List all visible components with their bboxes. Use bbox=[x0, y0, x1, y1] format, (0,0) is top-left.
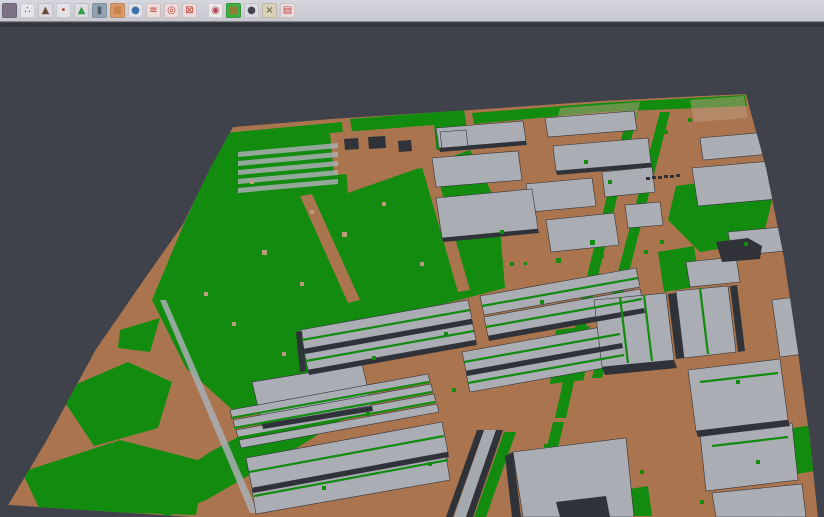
viewport-top-strip bbox=[0, 23, 824, 27]
layer-flag-icon[interactable]: ▤ bbox=[280, 3, 295, 18]
tin-terrain-icon[interactable]: ▲ bbox=[38, 3, 53, 18]
circle-select-icon[interactable]: ◎ bbox=[164, 3, 179, 18]
classification-map-icon[interactable]: ▦ bbox=[226, 3, 241, 18]
snapshot-icon[interactable]: ◉ bbox=[208, 3, 223, 18]
viewport-3d[interactable] bbox=[0, 23, 824, 517]
point-cloud-icon[interactable]: ∴ bbox=[2, 3, 17, 18]
classify-points-icon[interactable]: ∴ bbox=[20, 3, 35, 18]
globe-3d-icon[interactable]: ● bbox=[128, 3, 143, 18]
terrain-model-icon[interactable]: ▲ bbox=[74, 3, 89, 18]
profile-view-icon[interactable]: ▮ bbox=[92, 3, 107, 18]
application-window: ∴∴▲•▲▮■●≡◎⊠◉▦●×▤ bbox=[0, 0, 824, 517]
clip-box-icon[interactable]: × bbox=[262, 3, 277, 18]
toolbar: ∴∴▲•▲▮■●≡◎⊠◉▦●×▤ bbox=[0, 0, 824, 22]
orthophoto-icon[interactable]: ■ bbox=[110, 3, 125, 18]
cross-section-icon[interactable]: ≡ bbox=[146, 3, 161, 18]
select-point-icon[interactable]: • bbox=[56, 3, 71, 18]
extent-select-icon[interactable]: ⊠ bbox=[182, 3, 197, 18]
point-cloud-scene bbox=[0, 23, 824, 517]
sphere-icon[interactable]: ● bbox=[244, 3, 259, 18]
